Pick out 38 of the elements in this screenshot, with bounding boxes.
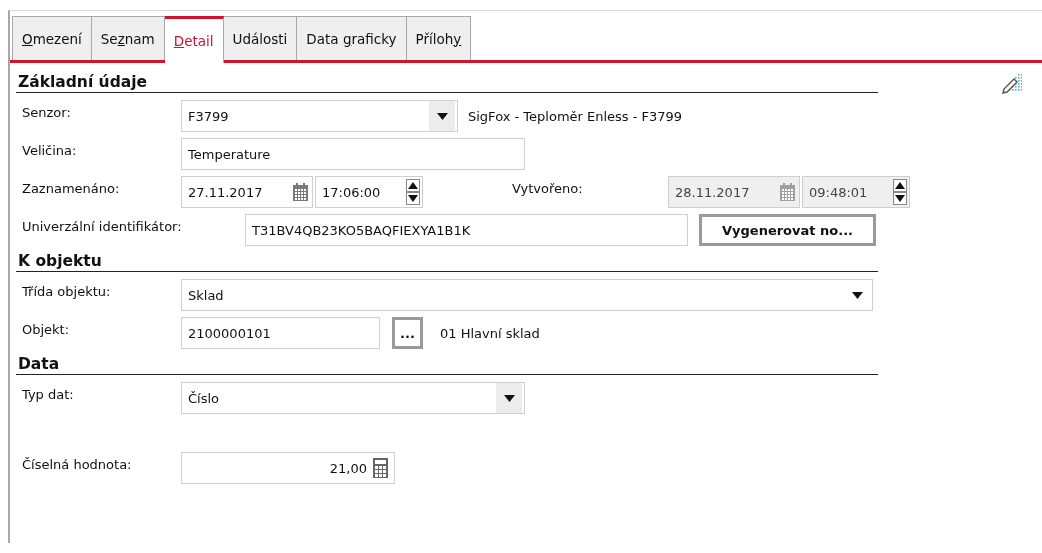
edit-pencil-icon[interactable]	[1000, 74, 1022, 96]
dropdown-arrow-icon[interactable]	[436, 112, 448, 120]
input-field[interactable]: 2100000101	[181, 317, 380, 349]
dropdown-field[interactable]: F3799	[181, 100, 458, 132]
field-label: Objekt:	[22, 321, 71, 337]
time-field[interactable]: 17:06:00	[315, 176, 423, 208]
calculator-icon[interactable]	[373, 458, 388, 478]
field-label: Vytvořeno:	[512, 180, 584, 196]
date-field[interactable]: 27.11.2017	[181, 176, 313, 208]
input-field[interactable]: T31BV4QB23KO5BAQFIEXYA1B1K	[245, 214, 688, 246]
tab[interactable]: Data graficky	[297, 16, 407, 60]
field-label: Zaznamenáno:	[22, 180, 121, 196]
field-label: Číselná hodnota:	[22, 456, 133, 472]
section-heading: Základní údaje	[16, 73, 878, 93]
generate-button[interactable]: Vygenerovat no...	[699, 214, 876, 246]
input-field[interactable]: Temperature	[181, 138, 525, 170]
section-heading: Data	[16, 355, 878, 375]
dropdown-field[interactable]: Sklad	[181, 279, 873, 311]
spin-buttons-icon[interactable]	[406, 179, 420, 205]
field-label: Senzor:	[22, 104, 72, 120]
tab[interactable]: Přílohy	[406, 16, 472, 60]
tab[interactable]: Omezení	[12, 16, 92, 60]
number-field[interactable]: 21,00	[181, 452, 395, 484]
field-label: Třída objektu:	[22, 283, 112, 299]
dropdown-arrow-icon[interactable]	[851, 291, 863, 299]
tab[interactable]: Události	[223, 16, 298, 60]
field-label: Univerzální identifikátor:	[22, 218, 183, 234]
section-heading: K objektu	[16, 252, 878, 272]
dropdown-field[interactable]: Číslo	[181, 382, 525, 414]
sensor-description: SigFox - Teploměr Enless - F3799	[468, 108, 683, 124]
dropdown-arrow-icon[interactable]	[503, 394, 515, 402]
field-label: Typ dat:	[22, 386, 75, 402]
browse-button[interactable]: ...	[392, 317, 423, 349]
field-label: Veličina:	[22, 142, 78, 158]
tab[interactable]: Seznam	[91, 16, 165, 60]
calendar-icon[interactable]	[293, 183, 308, 201]
object-name: 01 Hlavní sklad	[440, 325, 540, 341]
tab[interactable]: Detail	[164, 16, 224, 63]
